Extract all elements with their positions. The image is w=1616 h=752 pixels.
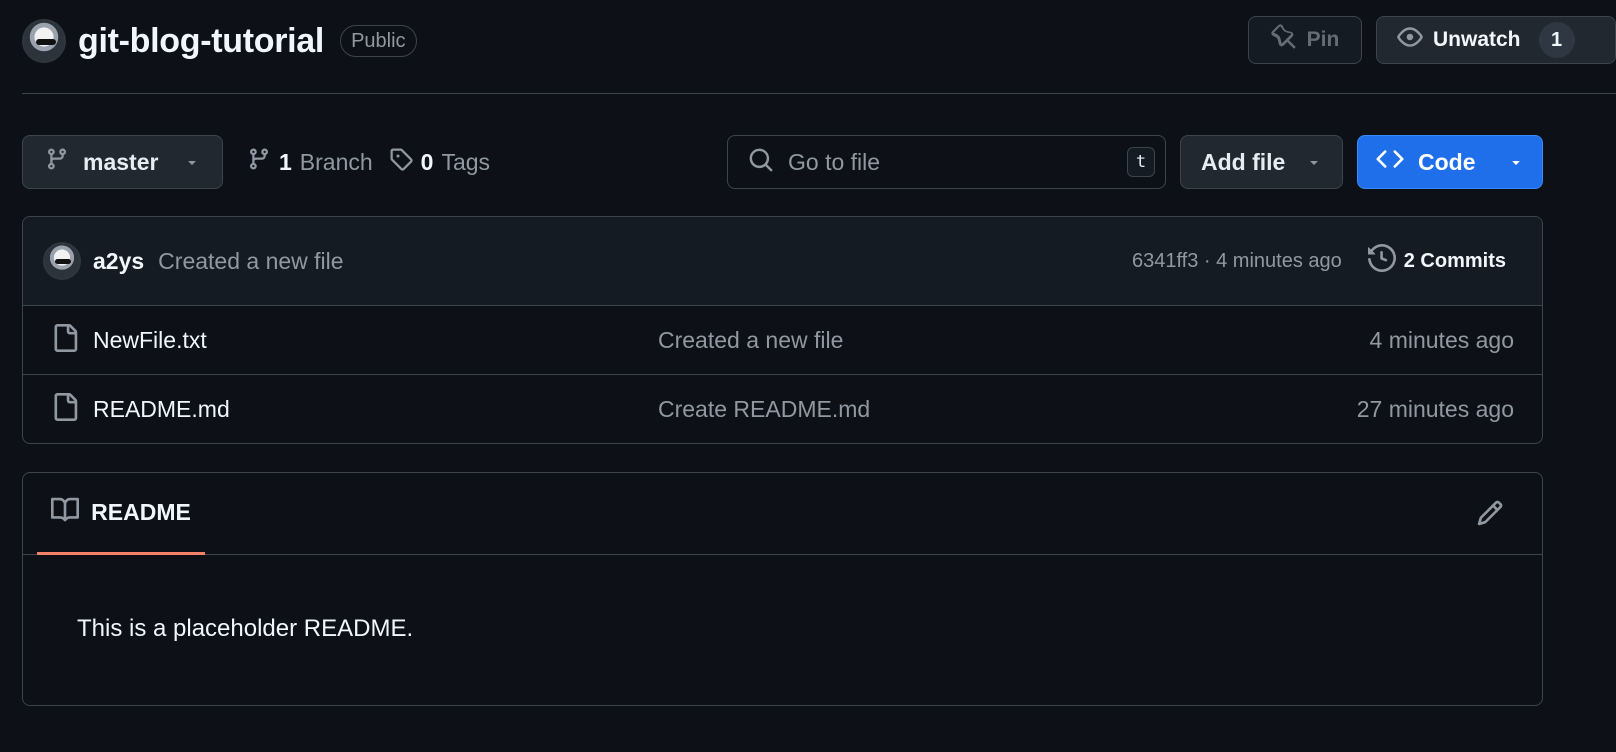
visibility-badge: Public (340, 25, 417, 57)
file-age: 4 minutes ago (1369, 326, 1514, 353)
commit-author-avatar[interactable] (43, 242, 81, 280)
add-file-label: Add file (1201, 148, 1286, 175)
readme-content: This is a placeholder README. (77, 615, 414, 642)
unwatch-button[interactable]: Unwatch 1 (1376, 16, 1616, 64)
repo-title[interactable]: git-blog-tutorial (78, 22, 324, 61)
tag-icon (389, 147, 413, 177)
tags-link[interactable]: 0 Tags (389, 147, 490, 177)
commits-link[interactable]: 2 Commits (1367, 243, 1506, 278)
file-commit-message[interactable]: Create README.md (658, 396, 870, 423)
pin-button[interactable]: Pin (1248, 16, 1362, 64)
add-file-button[interactable]: Add file (1180, 135, 1343, 189)
unwatch-label: Unwatch (1433, 28, 1521, 51)
branch-name: master (83, 148, 159, 175)
header-actions: Pin Unwatch 1 (1248, 16, 1616, 64)
file-name[interactable]: README.md (93, 396, 230, 423)
branch-icon (247, 147, 271, 177)
repo-header: git-blog-tutorial Public Pin Unwatch 1 (22, 16, 1616, 66)
file-table: a2ys Created a new file 6341ff3 · 4 minu… (22, 216, 1543, 444)
code-label: Code (1418, 148, 1476, 175)
branch-icon (45, 147, 69, 177)
file-icon (51, 393, 79, 426)
tag-count-label: Tags (441, 148, 491, 175)
commit-author[interactable]: a2ys (93, 248, 144, 275)
go-to-file-search[interactable]: t (727, 135, 1166, 189)
branch-count-label: Branch (299, 148, 373, 175)
eye-icon (1397, 24, 1423, 56)
readme-panel: README This is a placeholder README. (22, 472, 1543, 706)
file-commit-message[interactable]: Created a new file (658, 327, 843, 354)
search-shortcut-key: t (1127, 147, 1155, 177)
header-divider (22, 93, 1616, 94)
branch-select[interactable]: master (22, 135, 223, 189)
code-button[interactable]: Code (1357, 135, 1543, 189)
readme-tab-label: README (91, 499, 191, 525)
branch-count: 1 (279, 148, 292, 175)
caret-down-icon (1508, 149, 1524, 176)
repo-page: git-blog-tutorial Public Pin Unwatch 1 m… (0, 0, 1616, 752)
table-row[interactable]: NewFile.txt Created a new file 4 minutes… (23, 306, 1542, 375)
file-icon (51, 323, 79, 357)
commits-count-label: 2 Commits (1403, 249, 1506, 272)
caret-down-icon (184, 149, 200, 176)
commit-meta[interactable]: 6341ff3 · 4 minutes ago (1132, 250, 1342, 273)
pencil-icon (1476, 500, 1504, 531)
search-input[interactable] (788, 148, 1113, 176)
repo-toolbar: master 1 Branch 0 Tags t (22, 135, 1543, 189)
commit-message[interactable]: Created a new file (158, 248, 343, 275)
caret-down-icon (1306, 149, 1322, 176)
tag-count: 0 (420, 148, 434, 175)
branches-link[interactable]: 1 Branch (247, 147, 373, 177)
pin-icon (1271, 24, 1297, 56)
pin-label: Pin (1306, 28, 1340, 51)
tab-readme[interactable]: README (37, 473, 205, 555)
edit-readme-button[interactable] (1476, 499, 1504, 532)
book-icon (51, 496, 80, 530)
watch-count: 1 (1538, 22, 1575, 58)
code-icon (1376, 145, 1404, 179)
readme-header: README (23, 473, 1542, 555)
file-age: 27 minutes ago (1356, 396, 1514, 422)
table-row[interactable]: README.md Create README.md 27 minutes ag… (23, 375, 1542, 443)
history-icon (1367, 243, 1396, 278)
latest-commit-bar: a2ys Created a new file 6341ff3 · 4 minu… (23, 217, 1542, 306)
search-icon (748, 147, 774, 178)
file-name[interactable]: NewFile.txt (93, 327, 207, 354)
owner-avatar[interactable] (22, 19, 66, 63)
